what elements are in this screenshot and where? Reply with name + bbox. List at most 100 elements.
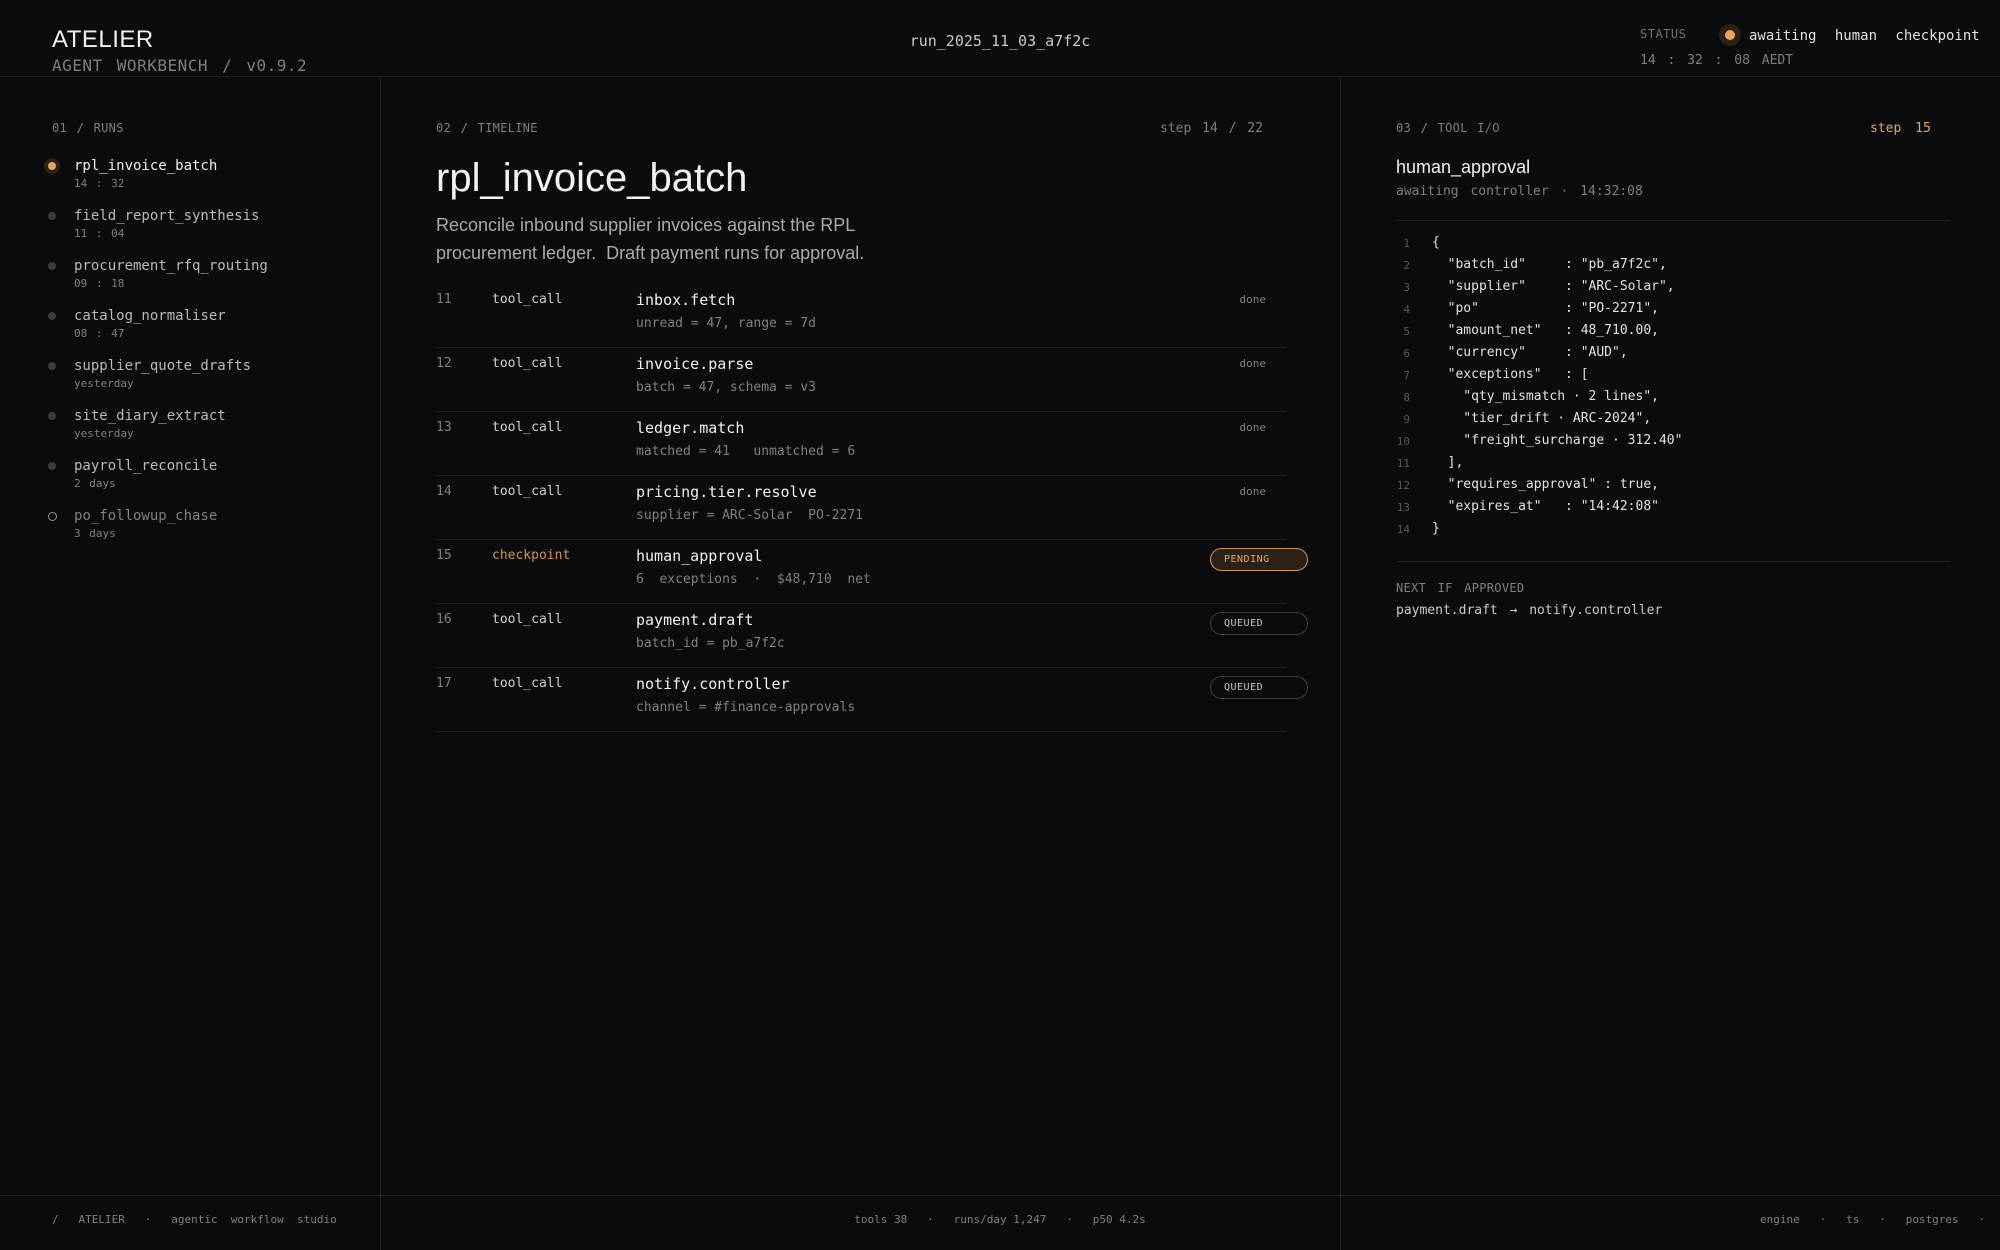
step-detail: supplier = ARC-Solar PO-2271 <box>636 508 863 523</box>
step-number: 12 <box>436 356 452 371</box>
run-item-rpl-invoice-batch[interactable]: rpl_invoice_batch 14 : 32 <box>42 155 362 205</box>
step-kind: tool_call <box>492 612 563 627</box>
line-number: 12 <box>1396 479 1410 492</box>
footer-stack: engine · ts · postgres · queue <box>1760 1213 1986 1226</box>
app-header: ATELIER AGENT WORKBENCH / v0.9.2 run_202… <box>0 0 2000 77</box>
run-name: procurement_rfq_routing <box>74 258 268 274</box>
step-state: done <box>1239 293 1267 306</box>
timeline-step-counter: step 14 / 22 <box>1160 121 1263 136</box>
footer-divider <box>0 1195 2000 1196</box>
step-kind: tool_call <box>492 676 563 691</box>
run-id: run_2025_11_03_a7f2c <box>909 32 1091 50</box>
code-text: } <box>1432 521 1440 536</box>
code-text: "po" : "PO-2271", <box>1432 301 1659 316</box>
run-dot-icon <box>48 212 56 220</box>
runs-list: rpl_invoice_batch 14 : 32 field_report_s… <box>42 155 362 555</box>
step-number: 14 <box>436 484 452 499</box>
run-time: 3 days <box>74 527 116 540</box>
step-name: payment.draft <box>636 611 754 629</box>
line-number: 3 <box>1403 281 1410 294</box>
step-name: invoice.parse <box>636 355 754 373</box>
pending-badge[interactable]: PENDING <box>1210 548 1308 571</box>
step-detail: matched = 41 unmatched = 6 <box>636 444 856 459</box>
run-name: payroll_reconcile <box>74 458 218 474</box>
line-number: 6 <box>1403 347 1410 360</box>
queued-badge: QUEUED <box>1210 612 1308 635</box>
run-item-site-diary-extract[interactable]: site_diary_extract yesterday <box>42 405 362 455</box>
line-number: 8 <box>1403 391 1410 404</box>
step-name: inbox.fetch <box>636 291 736 309</box>
line-number: 2 <box>1403 259 1410 272</box>
code-text: "supplier" : "ARC-Solar", <box>1432 279 1675 294</box>
step-kind: tool_call <box>492 484 563 499</box>
run-name: catalog_normaliser <box>74 308 226 324</box>
line-number: 7 <box>1403 369 1410 382</box>
step-kind: tool_call <box>492 292 563 307</box>
code-text: "amount_net" : 48_710.00, <box>1432 323 1659 338</box>
status-time: 14 : 32 : 08 AEDT <box>1640 53 1794 68</box>
run-item-supplier-quote-drafts[interactable]: supplier_quote_drafts yesterday <box>42 355 362 405</box>
run-time: 08 : 47 <box>74 327 125 340</box>
run-name: field_report_synthesis <box>74 208 260 224</box>
run-dot-icon <box>48 262 56 270</box>
status-dot-icon <box>1725 30 1735 40</box>
run-item-catalog-normaliser[interactable]: catalog_normaliser 08 : 47 <box>42 305 362 355</box>
timeline-step-12[interactable]: 12 tool_call invoice.parse batch = 47, s… <box>436 348 1286 412</box>
run-dot-icon <box>48 462 56 470</box>
run-time: yesterday <box>74 377 134 390</box>
code-text: "qty_mismatch · 2 lines", <box>1432 389 1659 404</box>
timeline-step-16[interactable]: 16 tool_call payment.draft batch_id = pb… <box>436 604 1308 668</box>
io-section-label: 03 / TOOL I/O <box>1396 121 1500 135</box>
code-text: "tier_drift · ARC-2024", <box>1432 411 1652 426</box>
step-state: done <box>1239 357 1267 370</box>
status-label: STATUS <box>1640 27 1687 41</box>
timeline-step-11[interactable]: 11 tool_call inbox.fetch unread = 47, ra… <box>436 284 1286 348</box>
step-state: done <box>1239 485 1267 498</box>
step-detail: 6 exceptions · $48,710 net <box>636 572 871 587</box>
code-text: "requires_approval" : true, <box>1432 477 1659 492</box>
timeline-step-13[interactable]: 13 tool_call ledger.match matched = 41 u… <box>436 412 1286 476</box>
timeline-step-14[interactable]: 14 tool_call pricing.tier.resolve suppli… <box>436 476 1286 540</box>
run-name: supplier_quote_drafts <box>74 358 252 374</box>
step-detail: unread = 47, range = 7d <box>636 316 817 331</box>
run-time: 11 : 04 <box>74 227 125 240</box>
next-if-approved-value: payment.draft → notify.controller <box>1396 603 1663 618</box>
run-name: po_followup_chase <box>74 508 218 524</box>
line-number: 11 <box>1396 457 1410 470</box>
code-text: "currency" : "AUD", <box>1432 345 1628 360</box>
column-divider <box>380 77 381 1250</box>
code-text: "batch_id" : "pb_a7f2c", <box>1432 257 1667 272</box>
line-number: 10 <box>1396 435 1410 448</box>
timeline-step-17[interactable]: 17 tool_call notify.controller channel =… <box>436 668 1308 732</box>
step-name: pricing.tier.resolve <box>636 483 817 501</box>
run-item-po-followup-chase[interactable]: po_followup_chase 3 days <box>42 505 362 555</box>
step-detail: batch = 47, schema = v3 <box>636 380 817 395</box>
run-description: Reconcile inbound supplier invoices agai… <box>436 215 865 263</box>
run-name: rpl_invoice_batch <box>74 158 218 174</box>
run-hollow-dot-icon <box>48 512 57 521</box>
code-text: "freight_surcharge · 312.40" <box>1432 433 1683 448</box>
next-if-approved-label: NEXT IF APPROVED <box>1396 581 1525 595</box>
step-number: 16 <box>436 612 452 627</box>
run-time: 14 : 32 <box>74 177 125 190</box>
io-tool-subtitle: awaiting controller · 14:32:08 <box>1396 184 1643 199</box>
timeline-step-15[interactable]: 15 checkpoint human_approval 6 exception… <box>436 540 1308 604</box>
timeline-steps: 11 tool_call inbox.fetch unread = 47, ra… <box>436 284 1308 732</box>
step-kind: checkpoint <box>492 548 571 563</box>
step-state: done <box>1239 421 1267 434</box>
line-number: 1 <box>1403 237 1410 250</box>
run-name: site_diary_extract <box>74 408 226 424</box>
run-item-field-report-synthesis[interactable]: field_report_synthesis 11 : 04 <box>42 205 362 255</box>
line-number: 4 <box>1403 303 1410 316</box>
run-time: 2 days <box>74 477 116 490</box>
io-step-indicator: step 15 <box>1870 121 1931 136</box>
run-item-procurement-rfq-routing[interactable]: procurement_rfq_routing 09 : 18 <box>42 255 362 305</box>
step-name: human_approval <box>636 547 763 565</box>
run-dot-icon <box>48 312 56 320</box>
code-text: "exceptions" : [ <box>1432 367 1589 382</box>
run-active-dot-icon <box>48 162 56 170</box>
step-number: 13 <box>436 420 452 435</box>
io-tool-title: human_approval <box>1396 157 1531 177</box>
divider <box>1396 561 1950 562</box>
run-item-payroll-reconcile[interactable]: payroll_reconcile 2 days <box>42 455 362 505</box>
